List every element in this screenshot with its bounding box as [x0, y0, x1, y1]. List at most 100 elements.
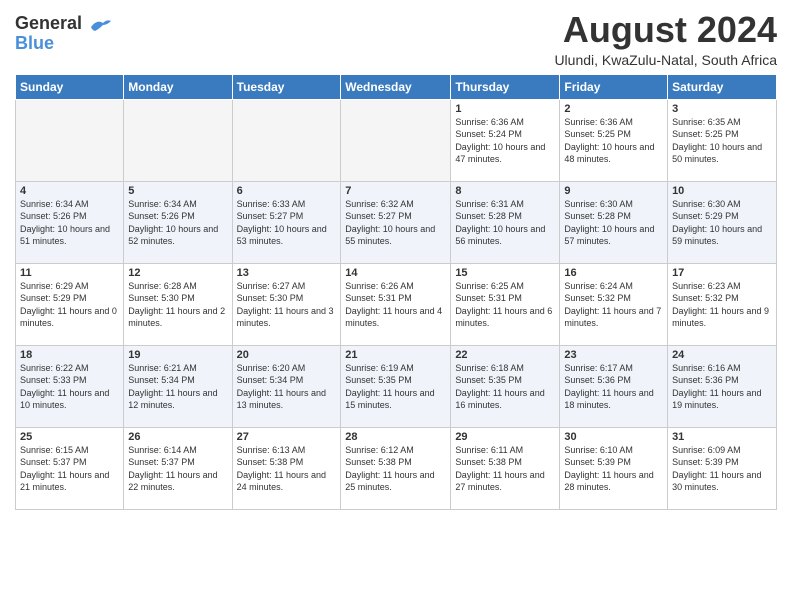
day-number: 23 — [564, 349, 663, 361]
calendar-cell-3-5: 23Sunrise: 6:17 AMSunset: 5:36 PMDayligh… — [560, 345, 668, 427]
calendar-cell-3-0: 18Sunrise: 6:22 AMSunset: 5:33 PMDayligh… — [16, 345, 124, 427]
day-info: Sunrise: 6:11 AMSunset: 5:38 PMDaylight:… — [455, 444, 555, 494]
day-number: 4 — [20, 185, 119, 197]
day-info: Sunrise: 6:15 AMSunset: 5:37 PMDaylight:… — [20, 444, 119, 494]
week-row-5: 25Sunrise: 6:15 AMSunset: 5:37 PMDayligh… — [16, 427, 777, 509]
day-number: 17 — [672, 267, 772, 279]
day-info: Sunrise: 6:12 AMSunset: 5:38 PMDaylight:… — [345, 444, 446, 494]
day-info: Sunrise: 6:36 AMSunset: 5:24 PMDaylight:… — [455, 116, 555, 166]
calendar-cell-2-5: 16Sunrise: 6:24 AMSunset: 5:32 PMDayligh… — [560, 263, 668, 345]
day-number: 10 — [672, 185, 772, 197]
calendar-cell-4-6: 31Sunrise: 6:09 AMSunset: 5:39 PMDayligh… — [668, 427, 777, 509]
day-info: Sunrise: 6:31 AMSunset: 5:28 PMDaylight:… — [455, 198, 555, 248]
calendar-cell-1-1: 5Sunrise: 6:34 AMSunset: 5:26 PMDaylight… — [124, 181, 232, 263]
calendar-cell-4-1: 26Sunrise: 6:14 AMSunset: 5:37 PMDayligh… — [124, 427, 232, 509]
day-info: Sunrise: 6:26 AMSunset: 5:31 PMDaylight:… — [345, 280, 446, 330]
day-number: 25 — [20, 431, 119, 443]
day-number: 21 — [345, 349, 446, 361]
calendar-cell-0-5: 2Sunrise: 6:36 AMSunset: 5:25 PMDaylight… — [560, 99, 668, 181]
day-info: Sunrise: 6:28 AMSunset: 5:30 PMDaylight:… — [128, 280, 227, 330]
day-number: 29 — [455, 431, 555, 443]
calendar-cell-1-2: 6Sunrise: 6:33 AMSunset: 5:27 PMDaylight… — [232, 181, 341, 263]
week-row-1: 1Sunrise: 6:36 AMSunset: 5:24 PMDaylight… — [16, 99, 777, 181]
day-info: Sunrise: 6:32 AMSunset: 5:27 PMDaylight:… — [345, 198, 446, 248]
week-row-4: 18Sunrise: 6:22 AMSunset: 5:33 PMDayligh… — [16, 345, 777, 427]
day-info: Sunrise: 6:16 AMSunset: 5:36 PMDaylight:… — [672, 362, 772, 412]
logo-bird-icon — [89, 17, 111, 33]
day-number: 19 — [128, 349, 227, 361]
day-info: Sunrise: 6:20 AMSunset: 5:34 PMDaylight:… — [237, 362, 337, 412]
day-number: 28 — [345, 431, 446, 443]
logo-text: General Blue — [15, 14, 111, 54]
calendar-cell-0-0 — [16, 99, 124, 181]
day-info: Sunrise: 6:09 AMSunset: 5:39 PMDaylight:… — [672, 444, 772, 494]
day-number: 27 — [237, 431, 337, 443]
day-number: 31 — [672, 431, 772, 443]
day-info: Sunrise: 6:23 AMSunset: 5:32 PMDaylight:… — [672, 280, 772, 330]
month-year-title: August 2024 — [554, 10, 777, 50]
calendar-cell-2-3: 14Sunrise: 6:26 AMSunset: 5:31 PMDayligh… — [341, 263, 451, 345]
day-info: Sunrise: 6:27 AMSunset: 5:30 PMDaylight:… — [237, 280, 337, 330]
day-number: 24 — [672, 349, 772, 361]
calendar-cell-3-6: 24Sunrise: 6:16 AMSunset: 5:36 PMDayligh… — [668, 345, 777, 427]
calendar-cell-0-1 — [124, 99, 232, 181]
day-number: 6 — [237, 185, 337, 197]
day-number: 1 — [455, 103, 555, 115]
day-number: 16 — [564, 267, 663, 279]
day-info: Sunrise: 6:18 AMSunset: 5:35 PMDaylight:… — [455, 362, 555, 412]
calendar-cell-0-6: 3Sunrise: 6:35 AMSunset: 5:25 PMDaylight… — [668, 99, 777, 181]
day-number: 14 — [345, 267, 446, 279]
day-info: Sunrise: 6:30 AMSunset: 5:28 PMDaylight:… — [564, 198, 663, 248]
day-number: 22 — [455, 349, 555, 361]
day-info: Sunrise: 6:29 AMSunset: 5:29 PMDaylight:… — [20, 280, 119, 330]
weekday-header-row: Sunday Monday Tuesday Wednesday Thursday… — [16, 74, 777, 99]
day-info: Sunrise: 6:13 AMSunset: 5:38 PMDaylight:… — [237, 444, 337, 494]
day-info: Sunrise: 6:36 AMSunset: 5:25 PMDaylight:… — [564, 116, 663, 166]
day-number: 18 — [20, 349, 119, 361]
day-info: Sunrise: 6:21 AMSunset: 5:34 PMDaylight:… — [128, 362, 227, 412]
header: General Blue August 2024 Ulundi, KwaZulu… — [15, 10, 777, 68]
day-info: Sunrise: 6:30 AMSunset: 5:29 PMDaylight:… — [672, 198, 772, 248]
day-number: 13 — [237, 267, 337, 279]
calendar-cell-4-2: 27Sunrise: 6:13 AMSunset: 5:38 PMDayligh… — [232, 427, 341, 509]
day-info: Sunrise: 6:35 AMSunset: 5:25 PMDaylight:… — [672, 116, 772, 166]
day-number: 7 — [345, 185, 446, 197]
day-info: Sunrise: 6:33 AMSunset: 5:27 PMDaylight:… — [237, 198, 337, 248]
calendar-cell-1-4: 8Sunrise: 6:31 AMSunset: 5:28 PMDaylight… — [451, 181, 560, 263]
day-number: 12 — [128, 267, 227, 279]
calendar-cell-1-3: 7Sunrise: 6:32 AMSunset: 5:27 PMDaylight… — [341, 181, 451, 263]
day-info: Sunrise: 6:34 AMSunset: 5:26 PMDaylight:… — [128, 198, 227, 248]
logo: General Blue — [15, 14, 111, 54]
week-row-3: 11Sunrise: 6:29 AMSunset: 5:29 PMDayligh… — [16, 263, 777, 345]
day-number: 11 — [20, 267, 119, 279]
location-subtitle: Ulundi, KwaZulu-Natal, South Africa — [554, 52, 777, 68]
calendar-cell-0-4: 1Sunrise: 6:36 AMSunset: 5:24 PMDaylight… — [451, 99, 560, 181]
day-number: 26 — [128, 431, 227, 443]
calendar-cell-1-0: 4Sunrise: 6:34 AMSunset: 5:26 PMDaylight… — [16, 181, 124, 263]
week-row-2: 4Sunrise: 6:34 AMSunset: 5:26 PMDaylight… — [16, 181, 777, 263]
calendar-cell-0-3 — [341, 99, 451, 181]
day-number: 2 — [564, 103, 663, 115]
day-info: Sunrise: 6:24 AMSunset: 5:32 PMDaylight:… — [564, 280, 663, 330]
day-info: Sunrise: 6:22 AMSunset: 5:33 PMDaylight:… — [20, 362, 119, 412]
day-info: Sunrise: 6:25 AMSunset: 5:31 PMDaylight:… — [455, 280, 555, 330]
col-saturday: Saturday — [668, 74, 777, 99]
calendar-cell-1-5: 9Sunrise: 6:30 AMSunset: 5:28 PMDaylight… — [560, 181, 668, 263]
calendar-cell-2-2: 13Sunrise: 6:27 AMSunset: 5:30 PMDayligh… — [232, 263, 341, 345]
day-number: 9 — [564, 185, 663, 197]
calendar-cell-4-3: 28Sunrise: 6:12 AMSunset: 5:38 PMDayligh… — [341, 427, 451, 509]
col-thursday: Thursday — [451, 74, 560, 99]
col-sunday: Sunday — [16, 74, 124, 99]
logo-general: General — [15, 13, 82, 33]
day-info: Sunrise: 6:34 AMSunset: 5:26 PMDaylight:… — [20, 198, 119, 248]
calendar-cell-3-2: 20Sunrise: 6:20 AMSunset: 5:34 PMDayligh… — [232, 345, 341, 427]
calendar-cell-0-2 — [232, 99, 341, 181]
day-info: Sunrise: 6:19 AMSunset: 5:35 PMDaylight:… — [345, 362, 446, 412]
calendar-cell-3-1: 19Sunrise: 6:21 AMSunset: 5:34 PMDayligh… — [124, 345, 232, 427]
col-friday: Friday — [560, 74, 668, 99]
day-number: 8 — [455, 185, 555, 197]
calendar-cell-2-0: 11Sunrise: 6:29 AMSunset: 5:29 PMDayligh… — [16, 263, 124, 345]
col-monday: Monday — [124, 74, 232, 99]
calendar-cell-4-0: 25Sunrise: 6:15 AMSunset: 5:37 PMDayligh… — [16, 427, 124, 509]
calendar-cell-1-6: 10Sunrise: 6:30 AMSunset: 5:29 PMDayligh… — [668, 181, 777, 263]
